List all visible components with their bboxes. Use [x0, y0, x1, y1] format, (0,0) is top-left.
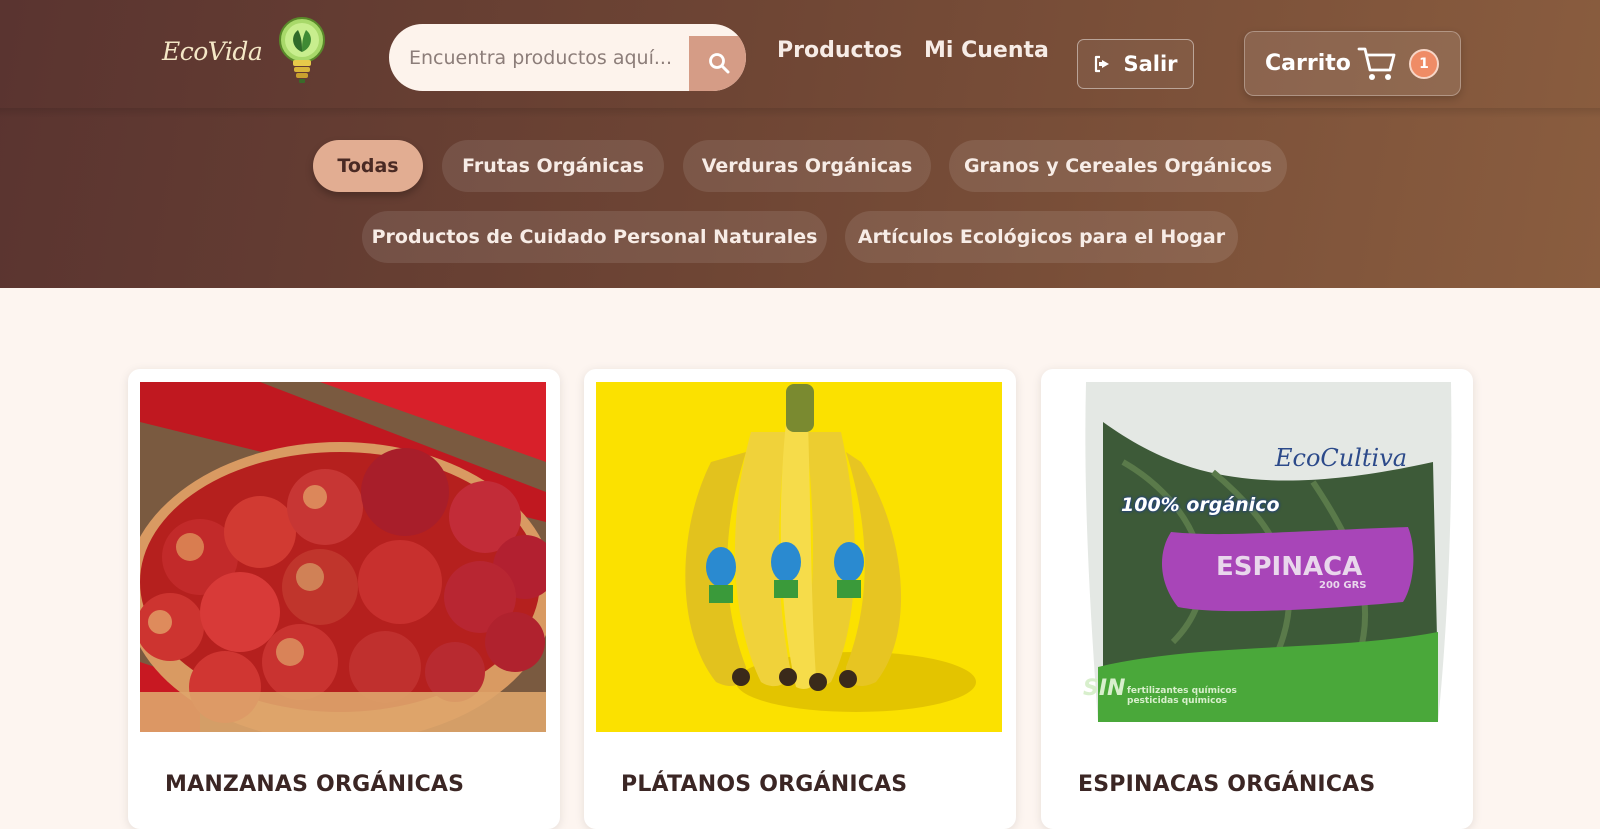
nav-productos-link[interactable]: Productos [777, 38, 902, 63]
category-todas-chip[interactable]: Todas [313, 140, 423, 192]
product-title[interactable]: ESPINACAS ORGÁNICAS [1078, 772, 1375, 797]
logout-label: Salir [1123, 52, 1178, 76]
site-header: EcoVida Productos Mi Cuenta Salir [0, 0, 1600, 288]
site-logo[interactable]: EcoVida [158, 14, 330, 90]
topbar-divider [0, 108, 1600, 118]
leaf-bulb-icon [279, 17, 325, 83]
cart-button[interactable]: Carrito 1 [1244, 31, 1461, 96]
product-title[interactable]: MANZANAS ORGÁNICAS [165, 772, 464, 797]
category-cuidado-chip[interactable]: Productos de Cuidado Personal Naturales [362, 211, 827, 263]
nav-mi-cuenta-link[interactable]: Mi Cuenta [924, 38, 1049, 63]
bananas-photo [596, 382, 1002, 732]
logout-button[interactable]: Salir [1077, 39, 1194, 89]
apples-photo [140, 382, 546, 732]
product-image-spinach[interactable]: EcoCultiva 100% orgánico ESPINACA 200 GR… [1053, 382, 1459, 732]
product-card[interactable]: MANZANAS ORGÁNICAS [128, 369, 560, 829]
product-card[interactable]: PLÁTANOS ORGÁNICAS [584, 369, 1016, 829]
package-weight-text: 200 GRS [1319, 580, 1367, 591]
search-input[interactable] [389, 24, 689, 91]
category-verduras-chip[interactable]: Verduras Orgánicas [683, 140, 931, 192]
category-hogar-chip[interactable]: Artículos Ecológicos para el Hogar [845, 211, 1238, 263]
search-button[interactable] [689, 36, 746, 91]
logout-icon [1095, 55, 1110, 73]
search-icon [709, 53, 730, 74]
search-bar [389, 24, 746, 91]
package-organic-badge-text: 100% orgánico [1121, 494, 1280, 516]
logo-text: EcoVida [162, 37, 263, 66]
category-frutas-chip[interactable]: Frutas Orgánicas [442, 140, 664, 192]
product-title[interactable]: PLÁTANOS ORGÁNICAS [621, 772, 907, 797]
product-image-apples[interactable] [140, 382, 546, 732]
cart-count-badge: 1 [1409, 49, 1439, 79]
cart-label: Carrito [1265, 51, 1351, 76]
product-image-bananas[interactable] [596, 382, 1002, 732]
cart-icon [1357, 47, 1396, 80]
package-product-label: ESPINACA [1216, 552, 1363, 582]
category-granos-chip[interactable]: Granos y Cereales Orgánicos [949, 140, 1287, 192]
package-brand-text: EcoCultiva [1275, 444, 1408, 472]
package-footer-big-text: SIN [1083, 676, 1126, 701]
package-footer-small-text: fertilizantes químicos pesticidas químic… [1127, 686, 1237, 706]
product-card[interactable]: EcoCultiva 100% orgánico ESPINACA 200 GR… [1041, 369, 1473, 829]
